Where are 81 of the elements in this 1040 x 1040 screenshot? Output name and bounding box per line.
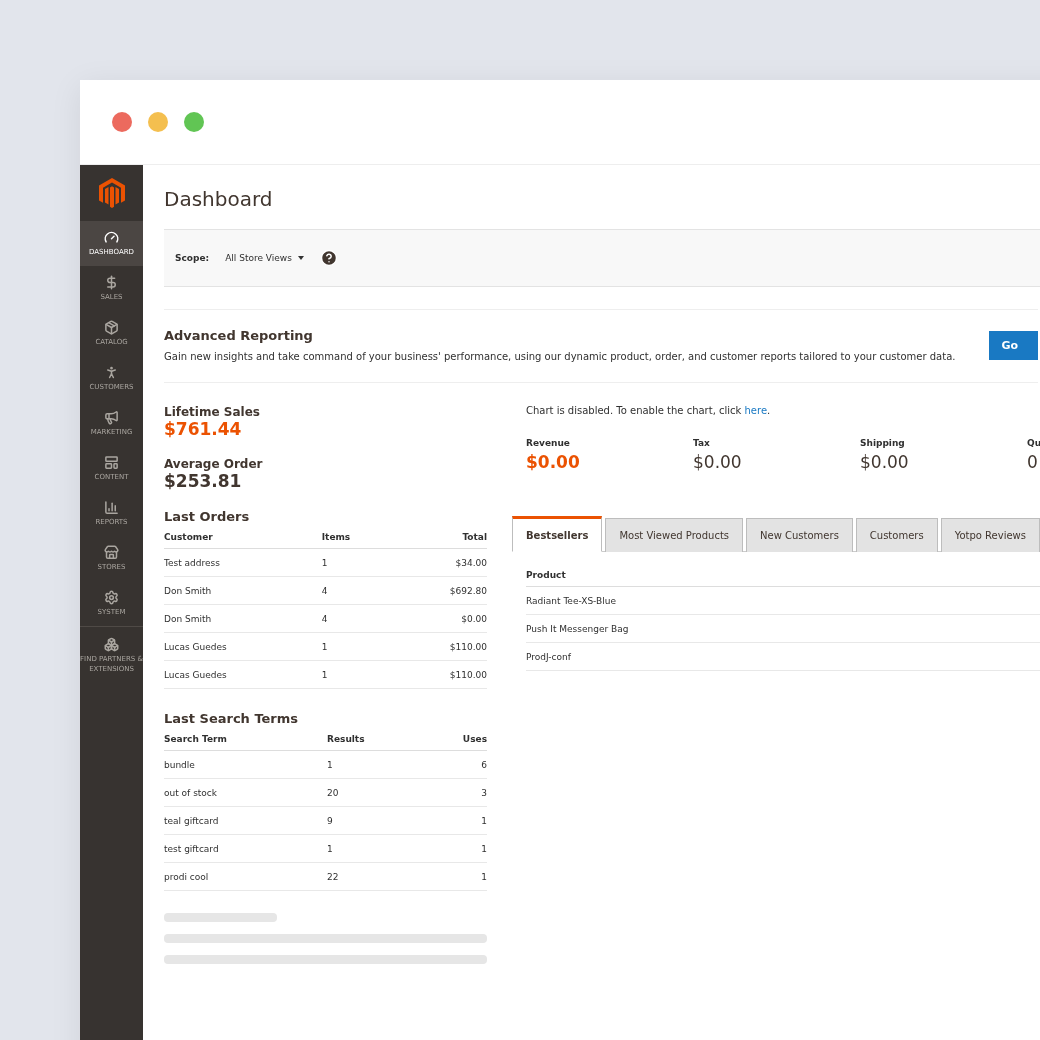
table-cell: out of stock <box>164 778 327 807</box>
bar-chart-icon <box>104 499 119 515</box>
section-title: Last Search Terms <box>164 711 300 726</box>
table-cell: 4 <box>321 576 394 605</box>
table-cell: 1 <box>321 548 394 577</box>
chart-notice: Chart is disabled. To enable the chart, click here. <box>526 405 772 416</box>
table-cell: 9 <box>327 806 425 835</box>
megaphone-icon <box>104 409 119 425</box>
tab[interactable]: Most Viewed Products <box>605 518 744 552</box>
column-header: Results <box>327 734 425 751</box>
total-value: $0.00 <box>526 452 581 472</box>
table-cell: ProdJ-conf <box>526 642 1040 671</box>
maximize-window-dot[interactable] <box>184 112 204 132</box>
column-header: Product <box>526 570 1040 587</box>
table-cell: prodi cool <box>164 862 327 891</box>
table-cell: 1 <box>424 862 487 891</box>
table-cell: 6 <box>424 750 487 779</box>
page-title: Dashboard <box>164 187 274 211</box>
close-window-dot[interactable] <box>112 112 132 132</box>
table-cell: 1 <box>424 806 487 835</box>
table-cell: $0.00 <box>393 604 487 633</box>
table-cell: Push It Messenger Bag <box>526 614 1040 643</box>
table-cell: $34.00 <box>393 548 487 577</box>
help-icon[interactable] <box>319 249 338 267</box>
table-cell: 22 <box>327 862 425 891</box>
dollar-icon <box>104 274 119 290</box>
stat-value: $253.81 <box>164 471 243 491</box>
boxes-icon <box>104 637 119 653</box>
person-icon <box>104 364 119 380</box>
stat-label: Average Order <box>164 457 264 471</box>
box-icon <box>104 319 119 335</box>
table-cell: 1 <box>327 750 425 779</box>
table-cell: $110.00 <box>393 660 487 689</box>
stat-value: $761.44 <box>164 419 243 439</box>
store-icon <box>104 544 119 560</box>
table-cell: 1 <box>327 834 425 863</box>
total-value: $0.00 <box>693 452 743 472</box>
table-cell: 1 <box>424 834 487 863</box>
tab[interactable]: Yotpo Reviews <box>940 518 1040 552</box>
table-cell: 20 <box>327 778 425 807</box>
scope-dropdown[interactable]: All Store Views <box>225 253 304 263</box>
total-label: Shipping <box>860 438 906 448</box>
settings-icon <box>104 589 119 605</box>
table-cell: 4 <box>321 604 394 633</box>
column-header: Total <box>393 532 487 549</box>
logo-icon[interactable] <box>98 178 125 208</box>
table-cell: Lucas Guedes <box>164 632 322 661</box>
layout-icon <box>104 454 119 470</box>
section-title: Last Orders <box>164 509 251 524</box>
table-cell: Don Smith <box>164 576 322 605</box>
tab[interactable]: Bestsellers <box>512 516 603 552</box>
table-cell: Test address <box>164 548 322 577</box>
column-header: Customer <box>164 532 322 549</box>
minimize-window-dot[interactable] <box>148 112 168 132</box>
gauge-icon <box>104 229 119 245</box>
stat-label: Lifetime Sales <box>164 405 261 419</box>
column-header: Items <box>321 532 394 549</box>
table-cell: bundle <box>164 750 327 779</box>
table-cell: 1 <box>321 660 394 689</box>
table-cell: Don Smith <box>164 604 322 633</box>
tab[interactable]: New Customers <box>746 518 853 552</box>
tab[interactable]: Customers <box>855 518 938 552</box>
total-label: Revenue <box>526 438 571 448</box>
section-title: Advanced Reporting <box>164 328 314 343</box>
total-label: Qu <box>1027 438 1040 448</box>
go-button[interactable]: Go <box>989 330 1038 360</box>
table-cell: $692.80 <box>393 576 487 605</box>
column-header: Uses <box>424 734 487 751</box>
total-value: 0 <box>1027 452 1039 472</box>
table-cell: teal giftcard <box>164 806 327 835</box>
total-label: Tax <box>693 438 711 448</box>
table-cell: test giftcard <box>164 834 327 863</box>
scope-label: Scope: <box>175 253 210 263</box>
table-cell: 3 <box>424 778 487 807</box>
column-header: Search Term <box>164 734 327 751</box>
table-cell: 1 <box>321 632 394 661</box>
table-cell: Lucas Guedes <box>164 660 322 689</box>
table-cell: $110.00 <box>393 632 487 661</box>
table-cell: Radiant Tee-XS-Blue <box>526 586 1040 615</box>
section-description: Gain new insights and take command of your business' performance, using our dynamic product, order, and customer reports tailored to your customer data. <box>164 351 956 362</box>
total-value: $0.00 <box>860 452 910 472</box>
